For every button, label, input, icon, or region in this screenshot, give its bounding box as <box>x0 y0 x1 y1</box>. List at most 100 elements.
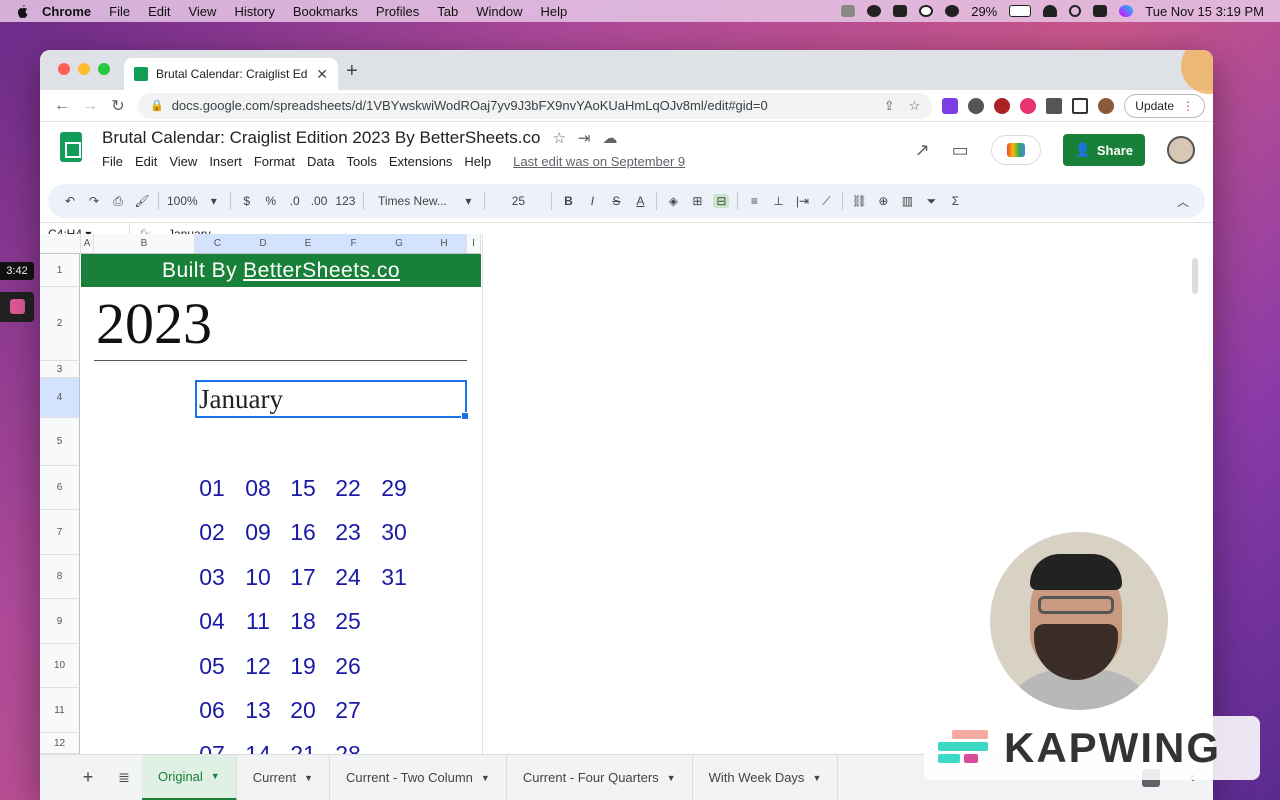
last-edit-link[interactable]: Last edit was on September 9 <box>513 154 685 169</box>
day-cell[interactable]: 16 <box>281 510 325 554</box>
cloud-status-icon[interactable]: ☁ <box>603 129 618 147</box>
collapse-toolbar-icon[interactable]: ︿ <box>1175 193 1191 210</box>
extension-circle-icon[interactable] <box>994 97 1011 114</box>
day-cell[interactable]: 20 <box>281 688 325 732</box>
extensions-puzzle-icon[interactable] <box>1046 97 1063 114</box>
day-cell[interactable]: 03 <box>190 555 234 599</box>
tab-dropdown-icon[interactable]: ▼ <box>211 771 220 781</box>
day-cell[interactable]: 01 <box>190 466 234 510</box>
activity-trend-icon[interactable]: ↗ <box>915 140 930 161</box>
currency-format-button[interactable]: $ <box>239 194 255 208</box>
merge-cells-icon[interactable]: ⊟ <box>713 194 730 208</box>
day-cell[interactable]: 18 <box>281 599 325 643</box>
gear-icon[interactable] <box>867 5 882 17</box>
all-sheets-icon[interactable]: ≣ <box>106 769 142 786</box>
day-cell[interactable]: 05 <box>190 644 234 688</box>
column-header-d[interactable]: D <box>241 234 286 254</box>
day-cell[interactable]: 29 <box>372 466 416 510</box>
insert-chart-icon[interactable]: ▥ <box>899 194 915 208</box>
close-window-button[interactable] <box>58 63 70 75</box>
new-tab-button[interactable]: + <box>346 60 358 83</box>
row-header-4[interactable]: 4 <box>40 378 80 418</box>
font-dropdown-icon[interactable]: ▾ <box>460 194 476 208</box>
menu-history[interactable]: History <box>234 4 274 19</box>
insert-comment-icon[interactable]: ⊕ <box>875 194 891 208</box>
increase-decimal-button[interactable]: .00 <box>311 194 328 208</box>
vertical-scrollbar[interactable] <box>1192 258 1198 294</box>
column-header-i[interactable]: I <box>467 234 481 254</box>
day-cell[interactable]: 26 <box>326 644 370 688</box>
text-wrap-icon[interactable]: |⇥ <box>794 194 810 208</box>
update-button[interactable]: Update ⋮ <box>1124 93 1205 118</box>
day-cell[interactable]: 09 <box>236 510 280 554</box>
tab-dropdown-icon[interactable]: ▼ <box>667 773 676 783</box>
play-icon[interactable] <box>919 5 934 17</box>
day-cell[interactable]: 15 <box>281 466 325 510</box>
day-cell[interactable]: 31 <box>372 555 416 599</box>
doc-menu-extensions[interactable]: Extensions <box>389 154 453 169</box>
menu-view[interactable]: View <box>188 4 216 19</box>
row-header-11[interactable]: 11 <box>40 688 80 733</box>
column-header-h[interactable]: H <box>422 234 467 254</box>
day-cell[interactable]: 08 <box>236 466 280 510</box>
column-header-e[interactable]: E <box>286 234 331 254</box>
control-center-icon[interactable] <box>1093 5 1108 17</box>
row-header-12[interactable]: 12 <box>40 733 80 754</box>
doc-menu-view[interactable]: View <box>169 154 197 169</box>
doc-title[interactable]: Brutal Calendar: Craiglist Edition 2023 … <box>102 128 540 148</box>
menu-profiles[interactable]: Profiles <box>376 4 419 19</box>
share-button[interactable]: 👤 Share <box>1062 134 1145 166</box>
sheet-tab-current[interactable]: Current ▼ <box>237 754 330 800</box>
percent-format-button[interactable]: % <box>263 194 279 208</box>
tab-dropdown-icon[interactable]: ▼ <box>481 773 490 783</box>
tab-dropdown-icon[interactable]: ▼ <box>812 773 821 783</box>
decrease-decimal-button[interactable]: .0 <box>287 194 303 208</box>
sheet-tab-four-quarters[interactable]: Current - Four Quarters ▼ <box>507 754 693 800</box>
day-cell[interactable]: 23 <box>326 510 370 554</box>
minimize-window-button[interactable] <box>78 63 90 75</box>
day-cell[interactable]: 13 <box>236 688 280 732</box>
doc-menu-edit[interactable]: Edit <box>135 154 157 169</box>
menu-app-name[interactable]: Chrome <box>42 4 91 19</box>
day-cell[interactable]: 30 <box>372 510 416 554</box>
row-header-7[interactable]: 7 <box>40 510 80 555</box>
text-rotation-icon[interactable]: ⟋ <box>818 194 834 209</box>
row-header-1[interactable]: 1 <box>40 254 80 287</box>
sidepanel-icon[interactable] <box>1072 97 1089 114</box>
day-cell[interactable]: 25 <box>326 599 370 643</box>
doc-menu-file[interactable]: File <box>102 154 123 169</box>
month-cell-selected[interactable]: January <box>195 380 469 420</box>
doc-menu-insert[interactable]: Insert <box>209 154 242 169</box>
italic-button[interactable]: I <box>584 194 600 208</box>
font-size-select[interactable]: 25 <box>493 194 543 208</box>
more-formats-button[interactable]: 123 <box>335 194 355 208</box>
column-header-a[interactable]: A <box>81 234 94 254</box>
zoom-dropdown-icon[interactable]: ▾ <box>206 194 222 208</box>
siri-icon[interactable] <box>1119 5 1134 17</box>
cloud-icon[interactable] <box>841 5 856 17</box>
column-header-g[interactable]: G <box>377 234 422 254</box>
row-header-10[interactable]: 10 <box>40 644 80 688</box>
day-cell[interactable]: 02 <box>190 510 234 554</box>
doc-menu-format[interactable]: Format <box>254 154 295 169</box>
forward-icon[interactable]: → <box>76 97 104 115</box>
column-header-b[interactable]: B <box>94 234 195 254</box>
lock-icon[interactable]: 🔒 <box>150 99 164 112</box>
menubar-clock[interactable]: Tue Nov 15 3:19 PM <box>1145 4 1264 19</box>
horizontal-align-icon[interactable]: ≡ <box>746 194 762 208</box>
meet-button[interactable] <box>990 135 1041 165</box>
search-icon[interactable] <box>1069 5 1082 17</box>
move-folder-icon[interactable]: ⇥ <box>578 129 591 147</box>
insert-link-icon[interactable]: ⛓ <box>851 194 867 208</box>
extension-pink-icon[interactable] <box>1020 97 1037 114</box>
paint-format-icon[interactable]: 🖌 <box>134 194 150 208</box>
star-icon[interactable]: ☆ <box>552 129 565 147</box>
row-header-3[interactable]: 3 <box>40 361 80 378</box>
row-header-2[interactable]: 2 <box>40 287 80 361</box>
day-cell[interactable]: 22 <box>326 466 370 510</box>
screen-icon[interactable] <box>893 5 908 17</box>
extension-d-icon[interactable] <box>942 97 959 114</box>
text-color-button[interactable]: A <box>632 194 648 208</box>
doc-menu-data[interactable]: Data <box>307 154 334 169</box>
row-header-5[interactable]: 5 <box>40 418 80 466</box>
